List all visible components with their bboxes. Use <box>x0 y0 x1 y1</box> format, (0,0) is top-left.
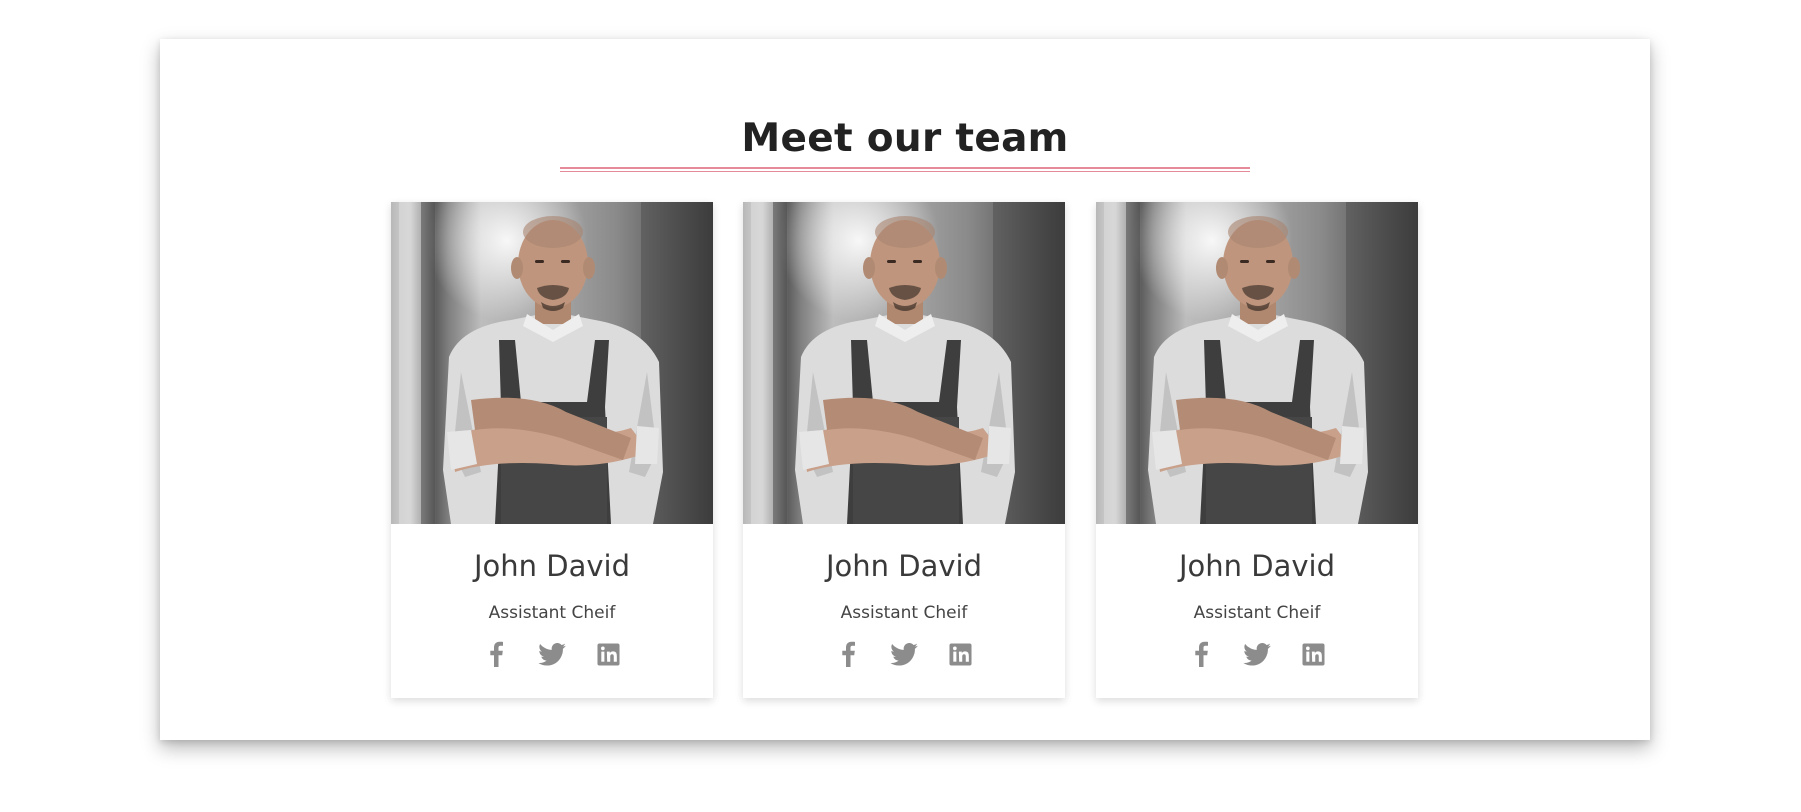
linkedin-glyph <box>948 642 972 666</box>
chef-photo <box>391 202 713 524</box>
linkedin-glyph <box>596 642 620 666</box>
chef-portrait-image <box>1096 202 1418 524</box>
member-role: Assistant Cheif <box>488 603 616 623</box>
facebook-glyph <box>1195 641 1208 667</box>
social-links <box>391 640 713 668</box>
facebook-icon[interactable] <box>834 640 862 668</box>
card-body: John David Assistant Cheif <box>391 524 713 698</box>
heading-wrap: Meet our team <box>160 109 1650 169</box>
social-links <box>1096 640 1418 668</box>
team-card: John David Assistant Cheif <box>1096 202 1418 698</box>
linkedin-icon[interactable] <box>594 640 622 668</box>
card-body: John David Assistant Cheif <box>1096 524 1418 698</box>
twitter-glyph <box>890 642 918 666</box>
chef-photo <box>1096 202 1418 524</box>
social-links <box>743 640 1065 668</box>
facebook-icon[interactable] <box>482 640 510 668</box>
member-name: John David <box>1178 549 1335 583</box>
team-cards: John David Assistant Cheif John David As… <box>391 202 1421 702</box>
linkedin-icon[interactable] <box>946 640 974 668</box>
member-name: John David <box>825 549 982 583</box>
linkedin-glyph <box>1301 642 1325 666</box>
team-section: Meet our team John David Assistant Cheif… <box>160 39 1650 740</box>
twitter-icon[interactable] <box>1243 640 1271 668</box>
twitter-glyph <box>538 642 566 666</box>
twitter-glyph <box>1243 642 1271 666</box>
chef-portrait-image <box>391 202 713 524</box>
card-body: John David Assistant Cheif <box>743 524 1065 698</box>
chef-photo <box>743 202 1065 524</box>
page: Meet our team John David Assistant Cheif… <box>0 0 1801 812</box>
chef-portrait-image <box>743 202 1065 524</box>
team-card: John David Assistant Cheif <box>743 202 1065 698</box>
facebook-icon[interactable] <box>1187 640 1215 668</box>
linkedin-icon[interactable] <box>1299 640 1327 668</box>
member-role: Assistant Cheif <box>1193 603 1321 623</box>
facebook-glyph <box>842 641 855 667</box>
team-card: John David Assistant Cheif <box>391 202 713 698</box>
twitter-icon[interactable] <box>890 640 918 668</box>
facebook-glyph <box>490 641 503 667</box>
twitter-icon[interactable] <box>538 640 566 668</box>
section-title: Meet our team <box>741 116 1069 161</box>
member-role: Assistant Cheif <box>840 603 968 623</box>
title-divider <box>560 167 1250 172</box>
member-name: John David <box>473 549 630 583</box>
